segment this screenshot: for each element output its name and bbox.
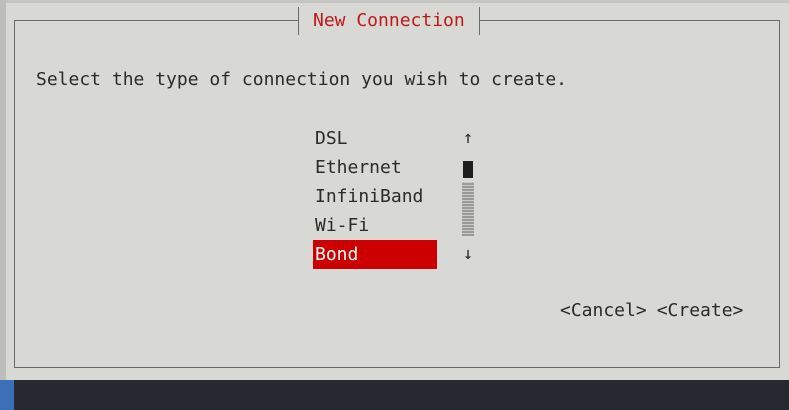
window-accent — [0, 380, 14, 410]
left-edge — [0, 0, 6, 380]
terminal-bottom-bar — [0, 380, 789, 410]
connection-type-list[interactable]: DSL Ethernet InfiniBand Wi-Fi Bond — [313, 124, 437, 269]
list-scrollbar[interactable]: ↑ ↓ — [458, 124, 478, 269]
dialog-title: New Connection — [298, 7, 480, 35]
list-item-ethernet[interactable]: Ethernet — [313, 153, 437, 182]
scroll-down-arrow-icon[interactable]: ↓ — [458, 240, 478, 269]
cancel-button[interactable]: <Cancel> — [560, 300, 647, 321]
dialog-prompt: Select the type of connection you wish t… — [36, 69, 568, 90]
terminal-screen: New Connection Select the type of connec… — [0, 0, 789, 410]
dialog-buttons: <Cancel> <Create> — [560, 297, 743, 325]
scroll-track[interactable] — [462, 182, 474, 236]
top-strip — [0, 0, 789, 3]
list-item-bond[interactable]: Bond — [313, 240, 437, 269]
list-item-dsl[interactable]: DSL — [313, 124, 437, 153]
list-item-wifi[interactable]: Wi-Fi — [313, 211, 437, 240]
list-item-infiniband[interactable]: InfiniBand — [313, 182, 437, 211]
scroll-thumb[interactable] — [463, 161, 473, 178]
create-button[interactable]: <Create> — [657, 300, 744, 321]
scroll-up-arrow-icon[interactable]: ↑ — [458, 124, 478, 153]
